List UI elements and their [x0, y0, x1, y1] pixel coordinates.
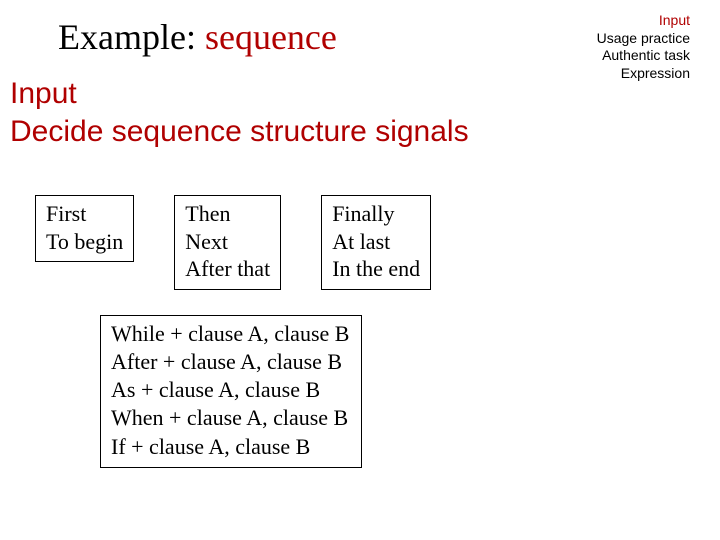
signal-box-row: First To begin Then Next After that Fina…	[35, 195, 431, 290]
slide-title: Example: sequence	[58, 18, 337, 58]
tr-input: Input	[597, 12, 690, 30]
box1-l2: To begin	[46, 228, 123, 256]
tr-usage-practice: Usage practice	[597, 30, 690, 48]
signal-box-end: Finally At last In the end	[321, 195, 431, 290]
clause-box: While + clause A, clause B After + claus…	[100, 315, 362, 468]
box2-l2: Next	[185, 228, 270, 256]
tr-expression: Expression	[597, 65, 690, 83]
box3-l1: Finally	[332, 200, 420, 228]
signal-box-begin: First To begin	[35, 195, 134, 262]
clause-l4: When + clause A, clause B	[111, 404, 349, 432]
section-heading: Input Decide sequence structure signals	[10, 75, 469, 150]
tr-authentic-task: Authentic task	[597, 47, 690, 65]
title-prefix: Example:	[58, 17, 205, 57]
clause-l5: If + clause A, clause B	[111, 433, 349, 461]
section-line-1: Input	[10, 75, 469, 113]
box1-l1: First	[46, 200, 123, 228]
section-line-2: Decide sequence structure signals	[10, 113, 469, 151]
box2-l3: After that	[185, 255, 270, 283]
top-right-list: Input Usage practice Authentic task Expr…	[597, 12, 690, 82]
box3-l3: In the end	[332, 255, 420, 283]
clause-l2: After + clause A, clause B	[111, 348, 349, 376]
box3-l2: At last	[332, 228, 420, 256]
box2-l1: Then	[185, 200, 270, 228]
slide: Example: sequence Input Usage practice A…	[0, 0, 720, 540]
clause-l3: As + clause A, clause B	[111, 376, 349, 404]
title-highlight: sequence	[205, 17, 337, 57]
signal-box-middle: Then Next After that	[174, 195, 281, 290]
clause-l1: While + clause A, clause B	[111, 320, 349, 348]
